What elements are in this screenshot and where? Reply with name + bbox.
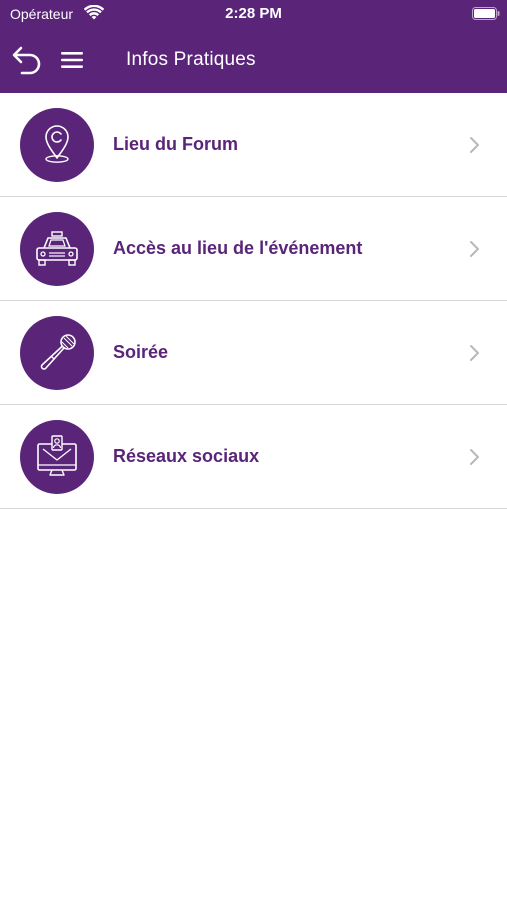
navigation-bar: Infos Pratiques <box>0 36 507 84</box>
info-list: Lieu du Forum Accès au lieu de l'événeme… <box>0 93 507 509</box>
list-item-label: Soirée <box>113 342 169 362</box>
computer-network-icon <box>20 420 94 494</box>
page-title: Infos Pratiques <box>126 49 256 70</box>
chevron-right-icon <box>470 449 479 465</box>
list-item-reseaux-sociaux[interactable]: Réseaux sociaux <box>0 405 507 509</box>
back-button[interactable] <box>10 44 46 76</box>
list-item-lieu-du-forum[interactable]: Lieu du Forum <box>0 93 507 197</box>
status-bar: Opérateur 2:28 PM <box>0 0 507 28</box>
battery-icon <box>472 7 500 20</box>
list-item-label: Réseaux sociaux <box>113 446 260 466</box>
menu-button[interactable] <box>58 48 86 72</box>
list-item-acces-lieu[interactable]: Accès au lieu de l'événement <box>0 197 507 301</box>
list-item-label: Lieu du Forum <box>113 134 238 154</box>
list-item-label: Accès au lieu de l'événement <box>113 238 363 258</box>
chevron-right-icon <box>470 345 479 361</box>
status-time: 2:28 PM <box>225 5 282 22</box>
list-item-soiree[interactable]: Soirée <box>0 301 507 405</box>
microphone-icon <box>20 316 94 390</box>
taxi-icon <box>20 212 94 286</box>
chevron-right-icon <box>470 137 479 153</box>
chevron-right-icon <box>470 241 479 257</box>
back-arrow-icon <box>12 46 41 75</box>
hamburger-menu-icon <box>61 52 83 68</box>
app-header: Opérateur 2:28 PM Infos Pratiques <box>0 0 507 93</box>
map-pin-icon <box>20 108 94 182</box>
